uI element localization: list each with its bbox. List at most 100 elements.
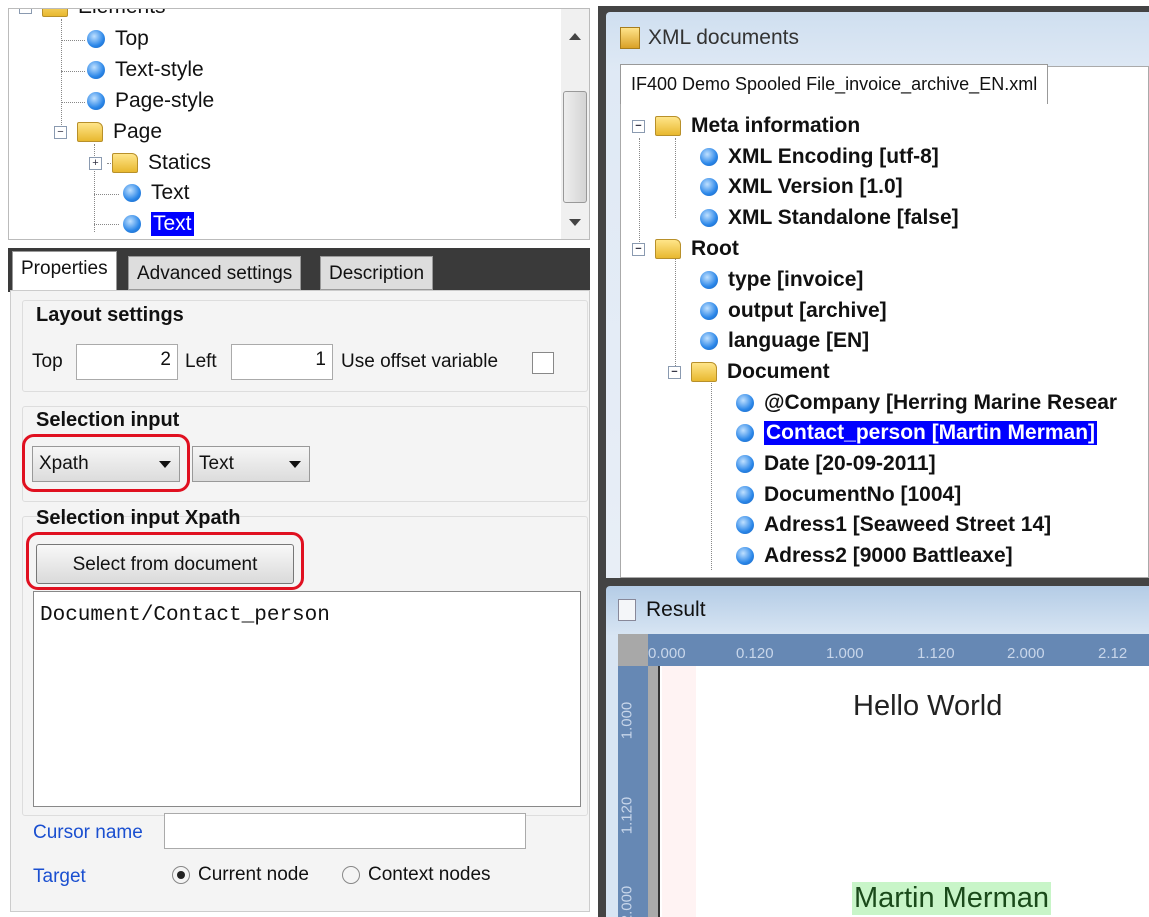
- node-icon: [736, 547, 754, 565]
- tab-description[interactable]: Description: [320, 256, 434, 290]
- layout-settings-title: Layout settings: [36, 304, 184, 326]
- radio-current-node[interactable]: Current node: [172, 864, 309, 886]
- result-header: Result: [618, 598, 706, 622]
- ruler-label: 0.000: [648, 645, 686, 662]
- xml-node-document[interactable]: − Document: [668, 360, 830, 384]
- node-icon: [700, 332, 718, 350]
- folder-icon: [42, 9, 68, 17]
- result-panel: Result 0.000 0.120 1.000 1.120 2.000 2.1…: [606, 586, 1149, 917]
- element-tree[interactable]: −Elements Top Text-style Page-style −Pag…: [8, 8, 590, 240]
- xml-node[interactable]: Date [20-09-2011]: [736, 452, 936, 476]
- folder-icon: [655, 116, 681, 136]
- ruler-label: 0.120: [736, 645, 774, 662]
- xml-node[interactable]: @Company [Herring Marine Resear: [736, 391, 1117, 415]
- dropdown-arrow-icon: [289, 461, 301, 474]
- ruler-label: 1.120: [917, 645, 955, 662]
- tree-node-page-style[interactable]: Page-style: [87, 89, 214, 113]
- expand-icon[interactable]: +: [89, 156, 102, 170]
- selection-xpath-title: Selection input Xpath: [36, 507, 241, 529]
- ruler-label: 2.000: [1007, 645, 1045, 662]
- collapse-icon[interactable]: −: [632, 242, 645, 256]
- tree-node-text-selected[interactable]: Text: [123, 212, 194, 236]
- node-icon: [700, 209, 718, 227]
- result-text-hello[interactable]: Hello World: [853, 690, 1002, 723]
- horizontal-ruler: [618, 634, 1149, 666]
- top-label: Top: [32, 351, 63, 372]
- tree-node-top[interactable]: Top: [87, 27, 149, 51]
- selection-mode-select[interactable]: Text: [192, 446, 310, 482]
- node-icon: [736, 516, 754, 534]
- xml-node[interactable]: XML Standalone [false]: [700, 206, 959, 230]
- xml-documents-panel: XML documents IF400 Demo Spooled File_in…: [606, 12, 1149, 578]
- margin-area: [662, 666, 696, 917]
- collapse-icon[interactable]: −: [19, 9, 32, 14]
- folder-icon: [112, 153, 138, 173]
- cursor-name-label: Cursor name: [33, 822, 143, 843]
- node-icon: [736, 424, 754, 442]
- ruler-label: 1.120: [618, 796, 636, 835]
- scroll-down-icon[interactable]: [569, 219, 581, 232]
- xml-node[interactable]: Adress2 [9000 Battleaxe]: [736, 544, 1013, 568]
- tab-properties[interactable]: Properties: [12, 251, 117, 291]
- selection-input-title: Selection input: [36, 409, 180, 431]
- tree-node-page[interactable]: − Page: [54, 120, 162, 144]
- xml-node-root[interactable]: − Root: [632, 237, 739, 261]
- result-canvas[interactable]: [618, 634, 1149, 917]
- folder-icon: [691, 362, 717, 382]
- xml-node[interactable]: DocumentNo [1004]: [736, 483, 961, 507]
- offset-label: Use offset variable: [341, 351, 499, 372]
- ruler-label: 2.000: [618, 885, 636, 917]
- left-label: Left: [185, 351, 217, 372]
- xml-node-selected[interactable]: Contact_person [Martin Merman]: [736, 421, 1098, 445]
- left-input[interactable]: 1: [231, 344, 333, 380]
- annotation-circle: [22, 434, 190, 492]
- tree-node-elements[interactable]: −Elements: [19, 9, 166, 19]
- tab-xml-file[interactable]: IF400 Demo Spooled File_invoice_archive_…: [620, 64, 1049, 104]
- tree-node-statics[interactable]: + Statics: [89, 151, 211, 175]
- xml-node[interactable]: XML Version [1.0]: [700, 175, 903, 199]
- scroll-up-icon[interactable]: [569, 27, 581, 40]
- target-label: Target: [33, 866, 86, 887]
- xpath-textarea[interactable]: Document/Contact_person: [33, 591, 581, 807]
- node-icon: [87, 30, 105, 48]
- tree-node-text[interactable]: Text: [123, 181, 190, 205]
- tree-scrollbar[interactable]: [561, 9, 589, 239]
- folder-icon: [77, 122, 103, 142]
- xml-node[interactable]: type [invoice]: [700, 268, 863, 292]
- xml-node-meta[interactable]: − Meta information: [632, 114, 860, 138]
- xml-node[interactable]: output [archive]: [700, 299, 887, 323]
- node-icon: [123, 215, 141, 233]
- cursor-name-input[interactable]: [164, 813, 526, 849]
- node-icon: [87, 92, 105, 110]
- radio-icon: [342, 866, 360, 884]
- radio-context-nodes[interactable]: Context nodes: [342, 864, 491, 886]
- xml-node[interactable]: XML Encoding [utf-8]: [700, 145, 939, 169]
- tree-node-text-style[interactable]: Text-style: [87, 58, 204, 82]
- xml-documents-icon: [620, 27, 640, 49]
- tab-advanced-settings[interactable]: Advanced settings: [128, 256, 302, 290]
- annotation-circle: [26, 532, 304, 590]
- node-icon: [123, 184, 141, 202]
- offset-checkbox[interactable]: [532, 352, 554, 374]
- node-icon: [700, 178, 718, 196]
- node-icon: [700, 302, 718, 320]
- ruler-corner: [618, 634, 648, 666]
- scroll-thumb[interactable]: [563, 91, 587, 203]
- collapse-icon[interactable]: −: [632, 119, 645, 133]
- folder-icon: [655, 239, 681, 259]
- top-input[interactable]: 2: [76, 344, 178, 380]
- node-icon: [736, 455, 754, 473]
- collapse-icon[interactable]: −: [54, 125, 67, 139]
- radio-icon: [172, 866, 190, 884]
- node-icon: [736, 394, 754, 412]
- collapse-icon[interactable]: −: [668, 365, 681, 379]
- result-text-contact[interactable]: Martin Merman: [852, 882, 1051, 915]
- ruler-label: 1.000: [618, 701, 636, 740]
- node-icon: [87, 61, 105, 79]
- node-icon: [700, 271, 718, 289]
- node-icon: [700, 148, 718, 166]
- xml-panel-header: XML documents: [620, 26, 799, 50]
- xml-node[interactable]: Adress1 [Seaweed Street 14]: [736, 513, 1051, 537]
- xml-node[interactable]: language [EN]: [700, 329, 869, 353]
- page-edge: [648, 666, 660, 917]
